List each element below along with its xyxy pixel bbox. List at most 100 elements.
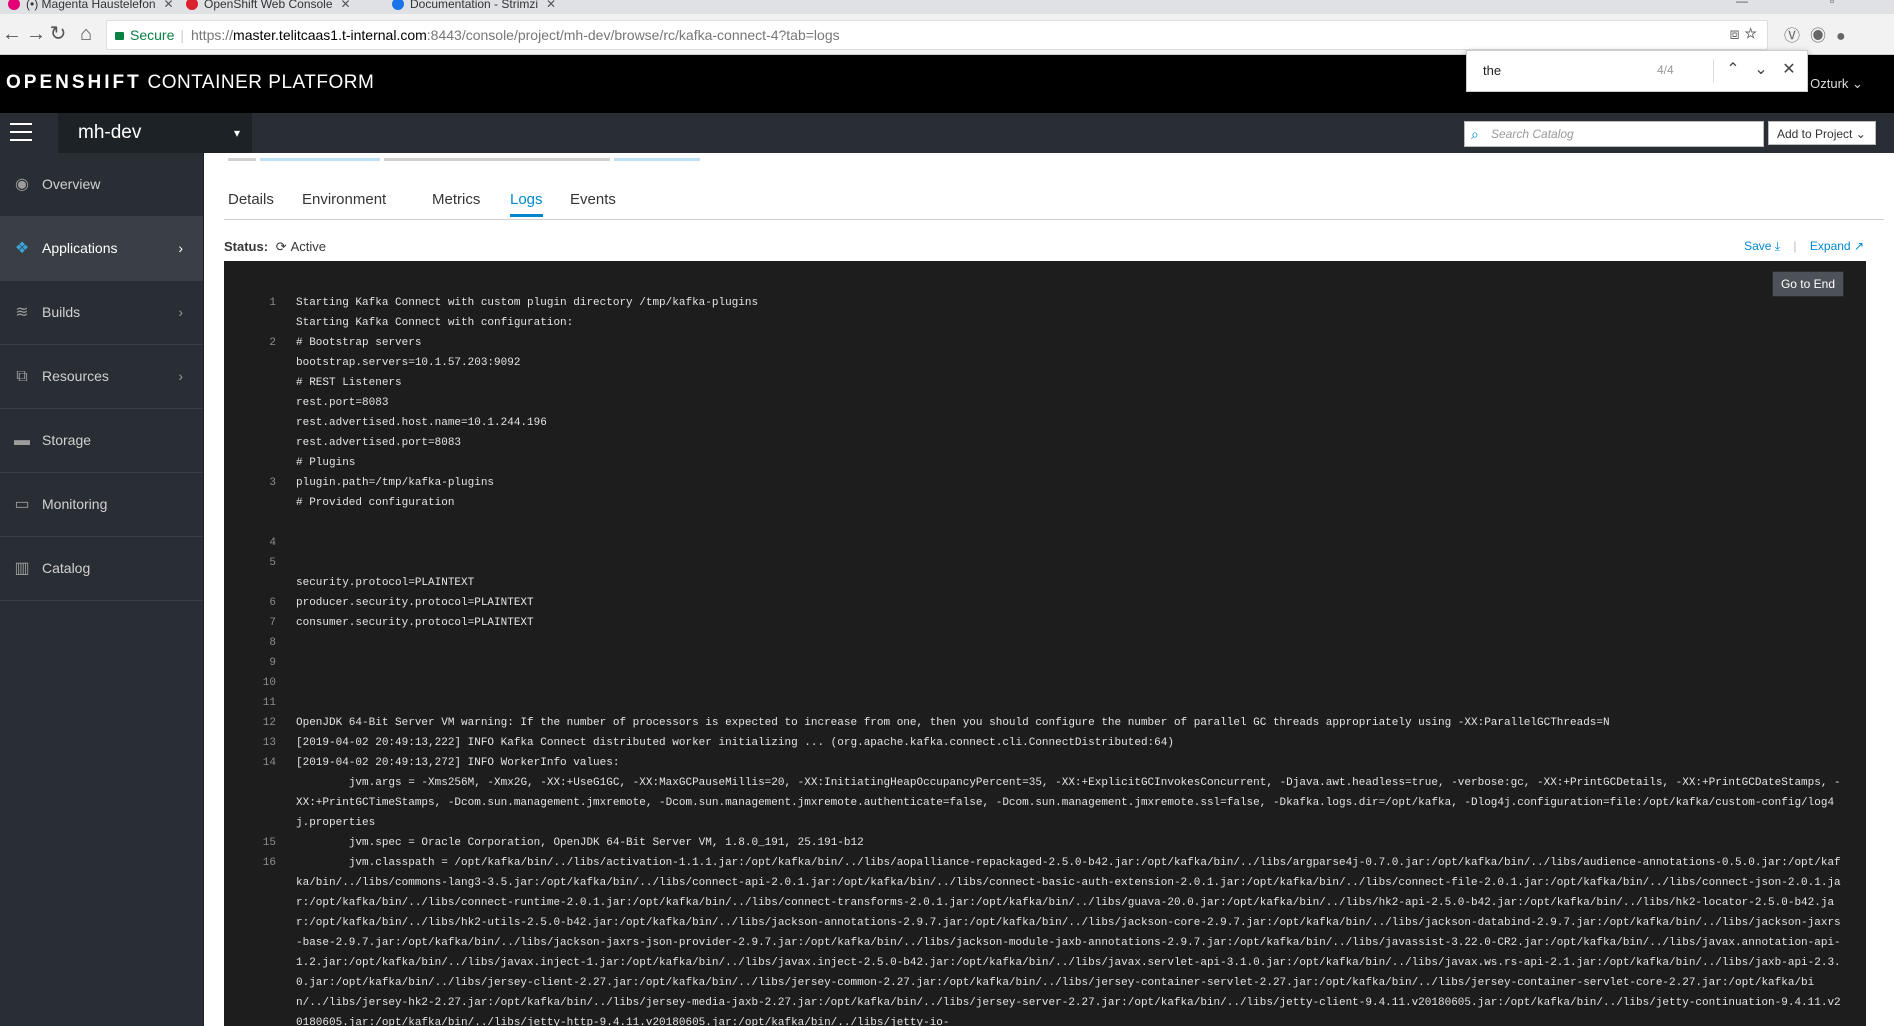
browser-tab-active[interactable]: OpenShift Web Console ✕ [178,0,351,14]
tab-events[interactable]: Events [570,191,616,208]
dashboard-icon: ◉ [15,176,29,193]
save-log-link[interactable]: Save ⤓ [1744,239,1780,253]
log-line-number: 9 [269,657,276,669]
tab-details[interactable]: Details [228,191,274,208]
log-line: 13 [2019-04-02 20:49:13,222] INFO Kafka C… [224,733,1866,753]
sidebar-item-applications[interactable]: ❖ Applications › [0,217,203,281]
hamburger-menu-icon[interactable] [10,123,32,143]
forward-icon[interactable]: → [24,22,48,46]
back-icon[interactable]: ← [0,22,24,46]
sidebar-item-overview[interactable]: ◉ Overview [0,153,203,217]
browser-tab[interactable]: Documentation - Strimzi ✕ [384,0,556,14]
log-line-text: [2019-04-02 20:49:13,222] INFO Kafka Con… [296,737,1174,749]
log-line-number: 14 [262,757,276,769]
log-line-text: plugin.path=/tmp/kafka-plugins [296,477,495,489]
log-line: 8 [224,633,1866,653]
find-in-page-icon[interactable]: ⧈ [1730,26,1740,43]
log-line-text: Starting Kafka Connect with configuratio… [296,317,574,329]
log-line: 10 [224,673,1866,693]
log-line-text: rest.advertised.port=8083 [296,437,462,449]
main-content: Details Environment Metrics Logs Events … [204,153,1894,1026]
log-line: 7 consumer.security.protocol=PLAINTEXT [224,613,1866,633]
chevron-down-icon: ▾ [233,126,240,140]
monitor-icon: ▭ [14,496,30,513]
find-previous-icon[interactable]: ⌃ [1723,59,1743,79]
browser-tab-title: (•) Magenta Haustelefon [26,0,156,11]
find-next-icon[interactable]: ⌄ [1751,59,1771,79]
log-line-text: jvm.classpath = /opt/kafka/bin/../libs/a… [296,857,1841,1026]
log-line-number: 10 [262,677,276,689]
browser-tab-title: Documentation - Strimzi [410,0,539,11]
expand-log-link[interactable]: Expand ↗ [1810,239,1864,253]
add-to-project-button[interactable]: Add to Project ⌄ [1768,121,1876,145]
extension-blue-icon[interactable]: ◉ [1810,28,1836,45]
log-line: # Plugins [224,453,1866,473]
external-link-icon: ↗ [1853,239,1864,253]
log-line-text: Starting Kafka Connect with custom plugi… [296,297,759,309]
sidebar-item-storage[interactable]: ▬ Storage [0,409,203,473]
log-line: 2 # Bootstrap servers [224,333,1866,353]
chevron-right-icon: › [178,368,183,384]
log-line-number: 16 [262,857,276,869]
log-line: rest.port=8083 [224,393,1866,413]
address-bar[interactable]: Secure | https://master.telitcaas1.t-inte… [106,20,1768,50]
sidebar-item-catalog[interactable]: ▥ Catalog [0,537,203,601]
reload-icon[interactable]: ↻ [46,22,70,46]
cubes-icon: ❖ [14,240,30,257]
log-line: Starting Kafka Connect with configuratio… [224,313,1866,333]
log-lines: 1 Starting Kafka Connect with custom plug… [224,293,1866,1026]
log-line: security.protocol=PLAINTEXT [224,573,1866,593]
brand-logo[interactable]: OPENSHIFT CONTAINER PLATFORM [6,72,374,94]
minimize-window-icon[interactable]: — [1736,0,1748,8]
home-icon[interactable]: ⌂ [74,22,98,46]
maximize-window-icon[interactable]: ▫ [1830,0,1834,8]
log-line-number: 15 [262,837,276,849]
sidebar-item-builds[interactable]: ≋ Builds › [0,281,203,345]
browser-tab-strip: (•) Magenta Haustelefon ✕ OpenShift Web … [0,0,1894,14]
log-line-text: # Bootstrap servers [296,337,422,349]
log-line-text: bootstrap.servers=10.1.57.203:9092 [296,357,521,369]
user-menu[interactable]: s Ozturk ⌄ [1800,76,1863,92]
log-line-text: rest.port=8083 [296,397,389,409]
find-input[interactable]: the [1483,63,1501,78]
close-tab-icon[interactable]: ✕ [340,0,350,14]
browser-tab[interactable]: (•) Magenta Haustelefon ✕ [0,0,174,14]
search-catalog-input[interactable]: ⌕ Search Catalog [1464,121,1764,147]
refresh-icon: ⟳ [275,239,287,254]
sidebar-item-monitoring[interactable]: ▭ Monitoring [0,473,203,537]
log-line: 14 [2019-04-02 20:49:13,272] INFO WorkerI… [224,753,1866,773]
log-line: 11 [224,693,1866,713]
log-viewer[interactable]: Go to End 1 Starting Kafka Connect with c… [224,261,1866,1026]
find-close-icon[interactable]: ✕ [1779,59,1799,79]
sidebar-item-resources[interactable]: ⧉ Resources › [0,345,203,409]
tab-environment[interactable]: Environment [302,191,386,208]
extension-v-icon[interactable]: Ⓥ [1784,28,1810,45]
tab-logs[interactable]: Logs [510,191,543,217]
label-tags-strip [228,153,704,161]
find-bar: the 4/4 ⌃ ⌄ ✕ [1466,50,1808,92]
log-line-text: [2019-04-02 20:49:13,272] INFO WorkerInf… [296,757,620,769]
book-icon: ▥ [14,560,30,577]
extension-orange-icon[interactable]: ● [1836,28,1856,45]
log-line-number: 13 [262,737,276,749]
close-tab-icon[interactable]: ✕ [164,0,174,14]
bookmark-star-icon[interactable]: ☆ [1744,26,1757,43]
log-line-text: rest.advertised.host.name=10.1.244.196 [296,417,547,429]
tab-metrics[interactable]: Metrics [432,191,480,208]
log-line: # Provided configuration [224,493,1866,513]
log-line-text: # Provided configuration [296,497,455,509]
sidebar: ◉ Overview ❖ Applications › ≋ Builds › ⧉… [0,153,204,1026]
log-line-number: 1 [269,297,276,309]
secure-label: Secure [130,27,175,43]
tab-favicon-icon [392,0,404,10]
log-line: 4 [224,533,1866,553]
close-tab-icon[interactable]: ✕ [546,0,556,14]
log-line: 1 Starting Kafka Connect with custom plug… [224,293,1866,313]
log-line: 5 [224,553,1866,573]
log-actions: Save ⤓ | Expand ↗ [1744,239,1864,253]
project-selector[interactable]: mh-dev ▾ [58,113,252,153]
log-line: 6 producer.security.protocol=PLAINTEXT [224,593,1866,613]
log-line-text: # Plugins [296,457,356,469]
chevron-right-icon: › [178,304,183,320]
secure-indicator[interactable]: Secure | [115,21,184,49]
